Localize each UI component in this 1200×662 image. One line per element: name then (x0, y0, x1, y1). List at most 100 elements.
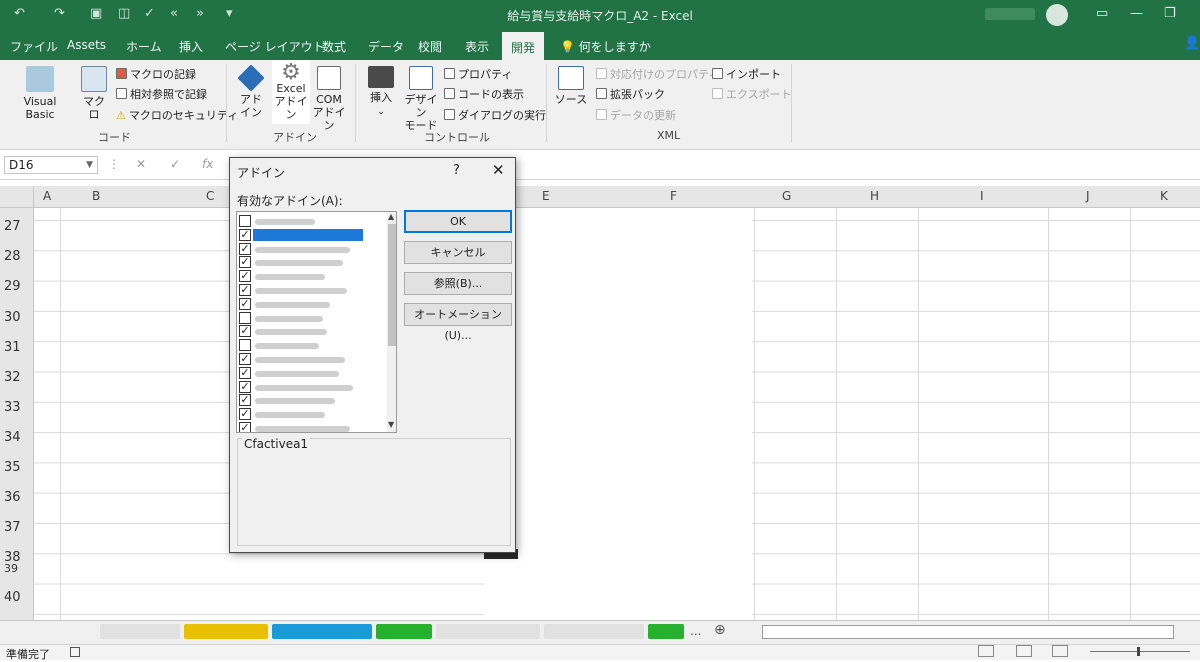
row-header[interactable]: 31 (4, 340, 21, 355)
addins-button[interactable]: アド イン (236, 64, 266, 119)
add-sheet-icon[interactable]: ⊕ (714, 622, 726, 638)
addin-list-item[interactable]: ✓ (239, 256, 384, 269)
tell-me-search[interactable]: 💡 何をしますか (560, 38, 651, 55)
addin-checkbox[interactable]: ✓ (239, 422, 251, 432)
macro-security-button[interactable]: ⚠ マクロのセキュリティ (116, 107, 238, 123)
enter-icon[interactable]: ✓ (170, 157, 180, 171)
tab-view[interactable]: 表示 (465, 38, 489, 55)
row-header[interactable]: 27 (4, 219, 21, 234)
column-header-j[interactable]: J (1086, 189, 1090, 203)
macro-record-status-icon[interactable] (70, 647, 80, 657)
column-header-k[interactable]: K (1160, 189, 1168, 203)
column-header-a[interactable]: A (43, 189, 51, 203)
minimize-icon[interactable]: — (1130, 6, 1143, 21)
zoom-slider[interactable] (1090, 651, 1190, 652)
addin-checkbox[interactable]: ✓ (239, 394, 251, 407)
column-header-g[interactable]: G (782, 189, 791, 203)
tab-insert[interactable]: 挿入 (179, 38, 203, 55)
tab-review[interactable]: 校閲 (418, 38, 442, 55)
row-header[interactable]: 32 (4, 370, 21, 385)
excel-addins-button[interactable]: ⚙ Excel アドイン (272, 60, 310, 124)
column-header-f[interactable]: F (670, 189, 677, 203)
com-addins-button[interactable]: COM アドイン (312, 66, 346, 132)
maximize-icon[interactable]: ❐ (1164, 6, 1176, 21)
visual-basic-button[interactable]: Visual Basic (8, 66, 72, 121)
tab-formulas[interactable]: 数式 (322, 38, 346, 55)
addin-checkbox[interactable]: ✓ (239, 408, 251, 421)
tab-data[interactable]: データ (368, 38, 404, 55)
row-header[interactable]: 29 (4, 279, 21, 294)
name-box[interactable]: D16 ▼ (4, 156, 98, 174)
help-button[interactable]: ? (453, 163, 460, 178)
column-header-i[interactable]: I (980, 189, 984, 203)
macro-button[interactable]: マクロ (78, 66, 110, 121)
addin-checkbox[interactable]: ✓ (239, 284, 251, 296)
addin-checkbox[interactable] (239, 215, 251, 227)
row-header[interactable]: 37 (4, 520, 21, 535)
addin-list-item[interactable]: ✓ (239, 366, 384, 380)
page-layout-view-icon[interactable] (1016, 645, 1032, 657)
row-header[interactable]: 36 (4, 490, 21, 505)
sheet-tab[interactable] (436, 624, 540, 639)
ribbon-display-icon[interactable]: ▭ (1096, 6, 1108, 21)
addin-list-item[interactable] (239, 311, 384, 325)
addin-list-item[interactable]: ✓ (239, 242, 384, 256)
export-button[interactable]: エクスポート (712, 86, 792, 102)
insert-function-icon[interactable]: fx (202, 157, 213, 171)
addin-list-item[interactable]: ✓ (239, 270, 384, 283)
addin-list-item[interactable]: ✓ (239, 408, 384, 421)
tab-developer[interactable]: 開発 (502, 30, 544, 60)
import-button[interactable]: インポート (712, 66, 781, 82)
record-macro-button[interactable]: マクロの記録 (116, 66, 196, 82)
addin-checkbox[interactable]: ✓ (239, 297, 251, 310)
addin-list-item[interactable]: ✓ (239, 380, 384, 394)
addin-list-item[interactable] (239, 339, 384, 352)
xml-source-button[interactable]: ソース (554, 66, 588, 106)
addin-list-item[interactable] (239, 215, 384, 228)
properties-button[interactable]: プロパティ (444, 66, 512, 82)
scroll-up-icon[interactable]: ▲ (388, 212, 394, 221)
view-code-button[interactable]: コードの表示 (444, 86, 524, 102)
share-icon[interactable]: 👤 (1184, 36, 1200, 51)
addin-list-item[interactable]: ✓ (239, 325, 384, 338)
map-properties-button[interactable]: 対応付けのプロパティ (596, 66, 719, 82)
more-options-icon[interactable]: ⋮ (108, 157, 120, 171)
tab-assets[interactable]: Assets (67, 38, 106, 52)
addin-checkbox[interactable]: ✓ (239, 256, 251, 269)
addin-list-item[interactable]: ✓ (239, 284, 384, 297)
sheet-tab[interactable] (648, 624, 684, 639)
addin-list-item[interactable]: ✓ (239, 353, 384, 366)
column-header-c[interactable]: C (206, 189, 214, 203)
page-break-view-icon[interactable] (1052, 645, 1068, 657)
addin-list-item[interactable]: ✓ (239, 228, 384, 242)
horizontal-scrollbar[interactable] (762, 625, 1174, 639)
zoom-slider-thumb[interactable] (1137, 647, 1140, 656)
design-mode-button[interactable]: デザイン モード (402, 66, 440, 132)
normal-view-icon[interactable] (978, 645, 994, 657)
column-header-e[interactable]: E (542, 189, 550, 203)
sheet-tab[interactable] (184, 624, 268, 639)
tab-home[interactable]: ホーム (126, 38, 162, 55)
addin-checkbox[interactable]: ✓ (239, 242, 251, 255)
relative-reference-button[interactable]: 相対参照で記録 (116, 86, 207, 102)
row-header[interactable]: 28 (4, 249, 21, 264)
addin-checkbox[interactable]: ✓ (239, 380, 251, 393)
close-icon[interactable]: ✕ (492, 161, 505, 179)
addin-listbox[interactable]: ✓ ✓ ✓ ✓ ✓ ✓ ✓ ✓ ✓ ✓ ✓ ✓ ✓ ▲ ▼ (236, 211, 397, 433)
insert-control-button[interactable]: 挿入 ⌄ (364, 66, 398, 119)
column-header-b[interactable]: B (92, 189, 100, 203)
addin-list-item[interactable]: ✓ (239, 297, 384, 311)
ok-button[interactable]: OK (404, 210, 512, 233)
expansion-packs-button[interactable]: 拡張パック (596, 86, 665, 102)
addin-checkbox[interactable]: ✓ (239, 270, 251, 283)
list-scroll-thumb[interactable] (388, 224, 396, 346)
addin-checkbox[interactable]: ✓ (239, 366, 251, 379)
sheet-tab[interactable] (272, 624, 372, 639)
row-header[interactable]: 39 (4, 562, 18, 575)
row-header[interactable]: 34 (4, 430, 21, 445)
row-header[interactable]: 30 (4, 310, 21, 325)
addin-checkbox[interactable]: ✓ (239, 325, 251, 338)
avatar[interactable] (1046, 4, 1068, 26)
row-header[interactable]: 35 (4, 460, 21, 475)
cancel-icon[interactable]: ✕ (136, 157, 146, 171)
